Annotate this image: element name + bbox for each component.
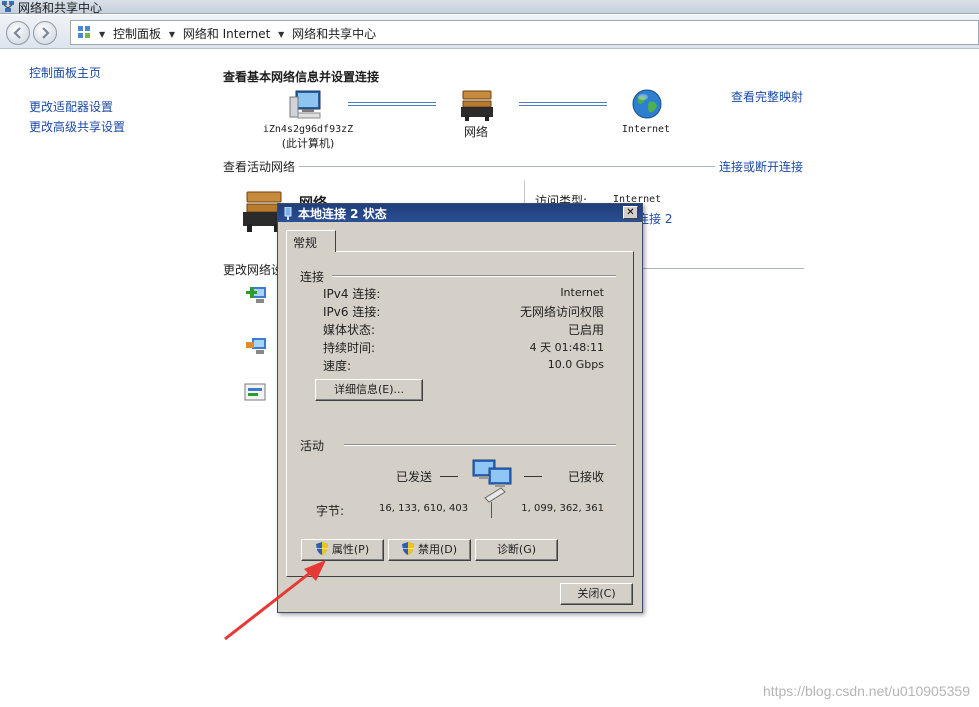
ipv6-value: 无网络访问权限 [519, 305, 604, 319]
activity-group-label: 活动 [300, 439, 325, 453]
bytes-divider [491, 502, 492, 518]
change-advanced-sharing-link[interactable]: 更改高级共享设置 [29, 118, 125, 135]
forward-arrow-icon [42, 27, 50, 39]
change-settings-heading: 更改网络设 [223, 263, 284, 277]
page-title: 查看基本网络信息并设置连接 [223, 70, 380, 84]
computer-sub-label: (此计算机) [281, 137, 335, 150]
annotation-arrow [224, 560, 326, 641]
group-divider [332, 275, 616, 277]
close-button[interactable]: 关闭(C) [560, 583, 633, 605]
address-bar[interactable]: ▼ 控制面板 ▼ 网络和 Internet ▼ 网络和共享中心 [70, 20, 979, 45]
details-button[interactable]: 详细信息(E)... [315, 379, 423, 401]
change-adapter-settings-link[interactable]: 更改适配器设置 [29, 98, 113, 115]
setup-connection-icon [246, 287, 266, 303]
breadcrumb: ▼ 控制面板 ▼ 网络和 Internet ▼ 网络和共享中心 [99, 25, 380, 42]
crumb-control-panel[interactable]: 控制面板 [113, 27, 161, 41]
watermark: https://blog.csdn.net/u010905359 [762, 683, 970, 699]
duration-label: 持续时间: [323, 341, 376, 355]
activity-computers-icon [472, 459, 512, 503]
back-arrow-icon [13, 27, 21, 39]
forward-button[interactable] [33, 21, 57, 45]
crumb-network-internet[interactable]: 网络和 Internet [183, 27, 270, 41]
internet-label: Internet [621, 124, 671, 135]
ipv6-label: IPv6 连接: [323, 305, 381, 319]
homegroup-icon [244, 383, 266, 401]
network-center-icon [2, 1, 14, 12]
connect-disconnect-link[interactable]: 连接或断开连接 [719, 158, 803, 175]
map-link-line [348, 102, 436, 106]
crumb-network-sharing-center[interactable]: 网络和共享中心 [292, 27, 376, 41]
received-label: 已接收 [568, 470, 605, 484]
bytes-label: 字节: [316, 504, 345, 518]
tab-panel-general: 连接 IPv4 连接: Internet IPv6 连接: 无网络访问权限 媒体… [286, 251, 634, 577]
sent-line [440, 476, 458, 477]
window-title: 网络和共享中心 [18, 1, 103, 15]
chevron-down-icon[interactable]: ▼ [99, 30, 105, 39]
map-link-line [519, 102, 607, 106]
tab-general[interactable]: 常规 [286, 230, 336, 252]
duration-value: 4 天 01:48:11 [529, 341, 604, 354]
connect-to-network-icon [246, 338, 266, 354]
uac-shield-icon [401, 542, 414, 555]
internet-globe-icon [632, 89, 662, 119]
close-icon: ✕ [626, 207, 635, 218]
diagnose-button[interactable]: 诊断(G) [475, 539, 558, 561]
ipv4-value: Internet [560, 286, 604, 299]
disable-button-label: 禁用(D) [417, 543, 458, 556]
section-divider [299, 166, 715, 167]
speed-value: 10.0 Gbps [547, 358, 604, 371]
group-divider [344, 444, 616, 446]
connection-icon [284, 207, 292, 220]
chevron-down-icon[interactable]: ▼ [169, 30, 175, 39]
disable-button[interactable]: 禁用(D) [388, 539, 471, 561]
section-divider [641, 268, 804, 269]
dialog-title-bar[interactable]: 本地连接 2 状态 ✕ [278, 204, 642, 222]
computer-name: iZn4s2g96df93zZ [262, 124, 354, 135]
uac-shield-icon [315, 542, 328, 555]
back-button[interactable] [6, 21, 30, 45]
sent-label: 已发送 [396, 470, 433, 484]
media-state-value: 已启用 [567, 323, 604, 337]
control-panel-icon [78, 26, 90, 38]
computer-icon [289, 90, 321, 119]
control-panel-home-link[interactable]: 控制面板主页 [29, 64, 101, 81]
connection-status-dialog: 本地连接 2 状态 ✕ 常规 连接 IPv4 连接: Internet IPv6… [277, 203, 643, 613]
ipv4-label: IPv4 连接: [323, 287, 381, 301]
active-networks-heading: 查看活动网络 [223, 160, 296, 174]
navigation-bar: ▼ 控制面板 ▼ 网络和 Internet ▼ 网络和共享中心 [0, 15, 979, 49]
chevron-down-icon[interactable]: ▼ [278, 30, 284, 39]
dialog-close-button[interactable]: ✕ [623, 206, 638, 219]
received-line [524, 476, 542, 477]
bytes-sent-value: 16, 133, 610, 403 [379, 503, 469, 514]
network-bench-icon [461, 90, 493, 121]
see-full-map-link[interactable]: 查看完整映射 [731, 88, 803, 105]
speed-label: 速度: [323, 359, 352, 373]
dialog-title: 本地连接 2 状态 [298, 207, 387, 221]
connection-group-label: 连接 [300, 270, 325, 284]
bytes-received-value: 1, 099, 362, 361 [521, 503, 604, 514]
window-title-bar: 网络和共享中心 [0, 0, 979, 15]
network-label: 网络 [464, 125, 489, 139]
media-state-label: 媒体状态: [323, 323, 376, 337]
